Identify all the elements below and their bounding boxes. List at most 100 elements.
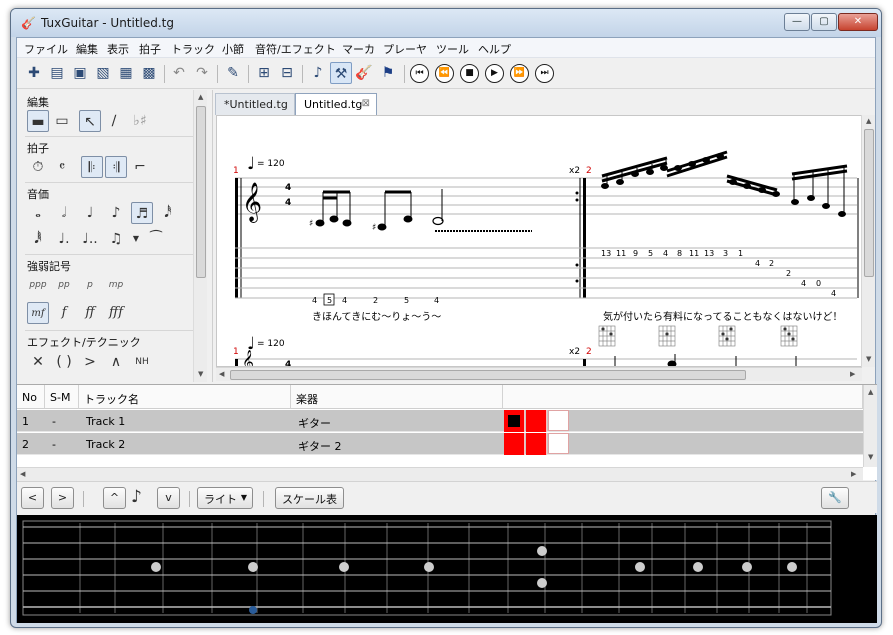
- heavy-accent-icon[interactable]: ∧: [105, 351, 127, 373]
- score-vertical-scrollbar[interactable]: ▲ ▼: [861, 115, 875, 367]
- scroll-up-icon[interactable]: ▲: [868, 388, 873, 396]
- column-header-track-name[interactable]: トラック名: [79, 385, 291, 409]
- save-as-icon[interactable]: ▧: [92, 62, 114, 84]
- alternate-ending-icon[interactable]: ⌐: [129, 156, 151, 178]
- tied-note-icon[interactable]: ⁀: [145, 228, 167, 250]
- measure-cell-empty[interactable]: [548, 433, 569, 454]
- track-instrument[interactable]: ギター: [293, 410, 336, 432]
- tempo-icon[interactable]: ⏱: [27, 156, 49, 178]
- half-note-icon[interactable]: 𝅗𝅥: [53, 202, 75, 224]
- sixteenth-note-icon[interactable]: ♬: [131, 202, 153, 224]
- last-icon[interactable]: ⏭: [535, 64, 554, 83]
- close-button[interactable]: ✕: [838, 13, 878, 31]
- thirty-second-note-icon[interactable]: 𝅘𝅥𝅰: [157, 202, 179, 224]
- menu-note-effects[interactable]: 音符/エフェクト: [255, 41, 336, 57]
- new-file-icon[interactable]: ✚: [23, 62, 45, 84]
- edit-mode-bar-icon[interactable]: ▭: [51, 110, 73, 132]
- undo-icon[interactable]: ↶: [168, 62, 190, 84]
- track-name[interactable]: Track 1: [81, 410, 130, 432]
- guitar-icon[interactable]: 🎸: [353, 62, 375, 84]
- previous-icon[interactable]: ⏪: [435, 64, 454, 83]
- double-dotted-note-icon[interactable]: ♩..: [79, 228, 101, 250]
- octave-down-button[interactable]: v: [157, 487, 180, 509]
- scroll-down-icon[interactable]: ▼: [866, 355, 871, 363]
- tab-untitled[interactable]: Untitled.tg ⊠: [295, 93, 377, 115]
- pointer-icon[interactable]: ↖: [79, 110, 101, 132]
- column-header-solo-mute[interactable]: S-M: [45, 385, 79, 409]
- note-icon[interactable]: ♪: [307, 62, 329, 84]
- scroll-right-icon[interactable]: ▶: [850, 370, 855, 378]
- play-icon[interactable]: ▶: [485, 64, 504, 83]
- score-canvas[interactable]: 1 ♩ = 120 𝄞 4 4 ♯ ♯ x2 2 4 5 4 2 5 4 13 …: [216, 115, 862, 367]
- title-bar[interactable]: 🎸 TuxGuitar - Untitled.tg — ▢ ✕: [11, 9, 881, 37]
- ghost-note-icon[interactable]: ( ): [53, 351, 75, 373]
- next-icon[interactable]: ⏩: [510, 64, 529, 83]
- track-table-vertical-scrollbar[interactable]: ▲ ▼: [863, 385, 877, 467]
- table-row[interactable]: 2 - Track 2 ギター 2: [17, 433, 863, 455]
- quarter-note-icon[interactable]: ♩: [79, 202, 101, 224]
- minimize-button[interactable]: —: [784, 13, 810, 31]
- menu-view[interactable]: 表示: [107, 41, 129, 57]
- scroll-left-icon[interactable]: ◀: [20, 470, 25, 478]
- dynamic-ppp[interactable]: ppp: [27, 274, 49, 296]
- scroll-down-icon[interactable]: ▼: [868, 453, 873, 461]
- first-icon[interactable]: ⏮: [410, 64, 429, 83]
- scroll-up-icon[interactable]: ▲: [198, 93, 203, 101]
- measure-cell[interactable]: [526, 410, 547, 432]
- accent-icon[interactable]: >: [79, 351, 101, 373]
- scroll-right-icon[interactable]: ▶: [851, 470, 856, 478]
- scroll-left-icon[interactable]: ◀: [219, 370, 224, 378]
- dynamic-mf[interactable]: mf: [27, 302, 49, 324]
- open-file-icon[interactable]: ▤: [46, 62, 68, 84]
- octave-up-button[interactable]: ^: [103, 487, 126, 509]
- accidental-icon[interactable]: ♭♯: [129, 110, 151, 132]
- dynamic-fff[interactable]: fff: [105, 302, 127, 324]
- scroll-up-icon[interactable]: ▲: [866, 117, 871, 125]
- score-horizontal-scrollbar[interactable]: ◀ ▶: [216, 367, 862, 381]
- fretboard-settings-button[interactable]: 🔧: [821, 487, 849, 509]
- track-solo-mute[interactable]: -: [47, 410, 61, 432]
- track-solo-mute[interactable]: -: [47, 433, 61, 455]
- repeat-close-icon[interactable]: 𝄇: [105, 156, 127, 178]
- maximize-button[interactable]: ▢: [811, 13, 837, 31]
- column-header-no[interactable]: No: [17, 385, 45, 409]
- save-icon[interactable]: ▣: [69, 62, 91, 84]
- sixty-fourth-note-icon[interactable]: 𝅘𝅥𝅱: [27, 228, 49, 250]
- print-icon[interactable]: ▦: [115, 62, 137, 84]
- repeat-open-icon[interactable]: 𝄆: [81, 156, 103, 178]
- menu-tools[interactable]: ツール: [436, 41, 469, 57]
- column-header-instrument[interactable]: 楽器: [291, 385, 503, 409]
- stop-icon[interactable]: ■: [460, 64, 479, 83]
- whole-note-icon[interactable]: 𝅝: [27, 202, 49, 224]
- select-mode-icon[interactable]: ▬: [27, 110, 49, 132]
- measure-insert-icon[interactable]: ⊞: [253, 62, 275, 84]
- track-name[interactable]: Track 2: [81, 433, 130, 455]
- tuplet-icon[interactable]: ♫: [105, 228, 127, 250]
- scroll-thumb[interactable]: [230, 370, 746, 380]
- fretboard[interactable]: [17, 515, 877, 623]
- eighth-note-icon[interactable]: ♪: [105, 202, 127, 224]
- redo-icon[interactable]: ↷: [191, 62, 213, 84]
- edit-mode-icon[interactable]: ✎: [222, 62, 244, 84]
- menu-marker[interactable]: マーカ: [342, 41, 375, 57]
- measure-cell-selected[interactable]: [504, 410, 525, 432]
- color-scheme-select[interactable]: ライト ▼: [197, 487, 253, 509]
- measure-remove-icon[interactable]: ⊟: [276, 62, 298, 84]
- track-table-horizontal-scrollbar[interactable]: ◀ ▶: [17, 467, 863, 481]
- dead-note-icon[interactable]: ✕: [27, 351, 49, 373]
- tuplet-dropdown-icon[interactable]: ▼: [125, 228, 147, 250]
- menu-composition[interactable]: 拍子: [139, 41, 161, 57]
- table-row[interactable]: 1 - Track 1 ギター: [17, 410, 863, 432]
- measure-cell[interactable]: [504, 433, 525, 455]
- pen-icon[interactable]: ∕: [103, 110, 125, 132]
- print-preview-icon[interactable]: ▩: [138, 62, 160, 84]
- dynamic-ff[interactable]: ff: [79, 302, 101, 324]
- marker-flag-icon[interactable]: ⚑: [377, 62, 399, 84]
- menu-help[interactable]: ヘルプ: [478, 41, 511, 57]
- tab-close-icon[interactable]: ⊠: [362, 98, 370, 109]
- dynamic-p[interactable]: p: [79, 274, 101, 296]
- dotted-note-icon[interactable]: ♩.: [53, 228, 75, 250]
- menu-edit[interactable]: 編集: [76, 41, 98, 57]
- menu-track[interactable]: トラック: [171, 41, 215, 57]
- tab-untitled-modified[interactable]: *Untitled.tg: [215, 93, 295, 115]
